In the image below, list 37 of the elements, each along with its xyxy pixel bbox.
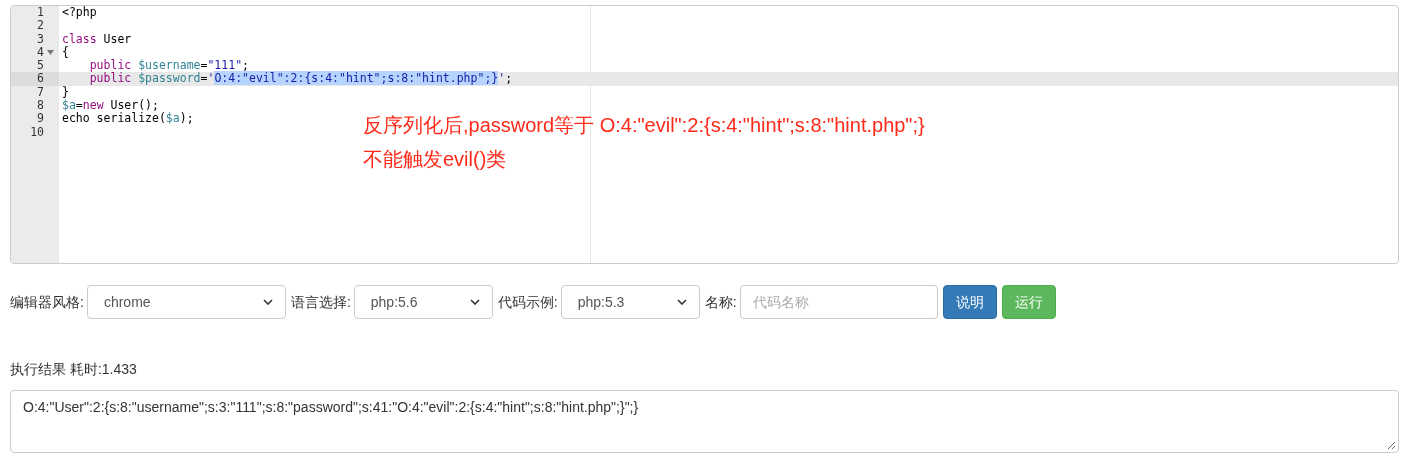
code-line: } (61, 85, 69, 99)
chevron-down-icon (262, 299, 273, 305)
select-dropdown[interactable]: php:5.3 (560, 285, 700, 319)
annotation-text: 反序列化后,password等于 O:4:"evil":2:{s:4:"hint";s:8:"hint.php";} (363, 113, 925, 138)
code-line: echo serialize($a); (61, 112, 194, 126)
output-text: O:4:"User":2:{s:8:"username";s:3:"111";s:8:"password";s:41:"O:4:"evil":2:{s:4:"hint";s:8:"hint.php";}";} (23, 399, 639, 415)
line-number: 1 (37, 6, 44, 20)
line-number: 5 (37, 59, 44, 73)
result-label: 执行结果 耗时:1.433 (10, 361, 137, 377)
field-label: 编辑器风格: (10, 292, 84, 312)
select-dropdown[interactable]: chrome (86, 285, 286, 319)
output-textarea[interactable]: O:4:"User":2:{s:8:"username";s:3:"111";s:8:"password";s:41:"O:4:"evil":2:{s:4:"hint";s:8:"hint.php";}";} (10, 390, 1399, 453)
annotation-text: 不能触发evil()类 (363, 147, 508, 172)
field-label: 代码示例: (497, 292, 558, 312)
line-number: 2 (37, 19, 44, 33)
fold-caret-icon[interactable] (46, 50, 54, 56)
code-line: $a=new User(); (61, 99, 159, 113)
resize-handle-icon[interactable] (1387, 441, 1395, 449)
code-line: class User (61, 32, 132, 46)
line-number: 10 (30, 125, 44, 139)
code-line: <?php (61, 6, 97, 20)
code-line: public $password='O:4:"evil":2:{s:4:"hint";s:8:"hint.php";}'; (88, 72, 513, 86)
action-button[interactable]: 说明 (942, 285, 997, 319)
line-number: 8 (37, 99, 44, 113)
line-number: 6 (37, 72, 44, 86)
code-line: public $username="111"; (88, 59, 249, 73)
field-label: 名称: (704, 292, 737, 312)
name-input-field[interactable]: 代码名称 (739, 285, 938, 319)
line-number: 4 (37, 45, 44, 60)
code-line: { (61, 45, 69, 60)
chevron-down-icon (469, 299, 480, 305)
line-number: 9 (37, 112, 44, 126)
select-dropdown[interactable]: php:5.6 (353, 285, 493, 319)
field-label: 语言选择: (290, 292, 351, 312)
line-number: 7 (37, 85, 44, 100)
chevron-down-icon (676, 299, 687, 305)
line-number: 3 (37, 32, 44, 46)
